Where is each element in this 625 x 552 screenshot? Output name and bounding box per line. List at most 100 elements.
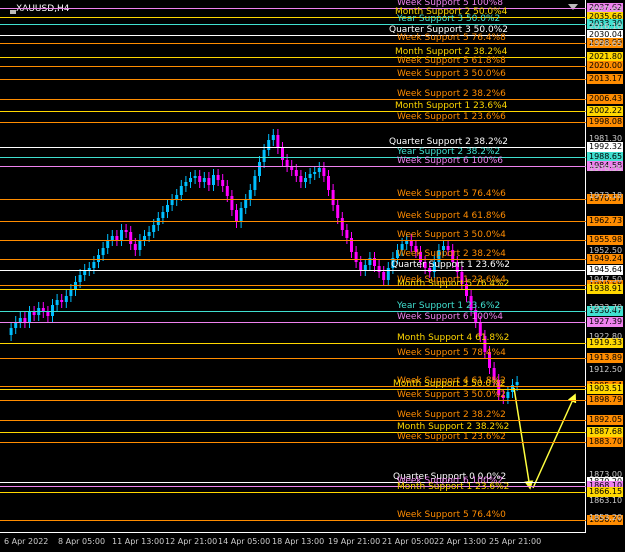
candle-body: [179, 186, 183, 195]
support-level-line: [0, 99, 586, 100]
candle-body: [253, 176, 257, 190]
level-price-tag: 2013.17: [587, 74, 623, 84]
level-price-tag: 2020.00: [587, 61, 623, 71]
candle-body: [267, 140, 271, 150]
candle-body: [207, 178, 211, 185]
price-axis-tick: 1998.65: [589, 39, 623, 48]
candle-body: [9, 328, 13, 335]
level-price-tag: 1938.91: [587, 284, 623, 294]
price-axis-tick: 1981.30: [589, 134, 623, 143]
price-axis-tick: 1853.20: [589, 513, 623, 522]
level-price-tag: 1949.24: [587, 254, 623, 264]
candle-body: [281, 148, 284, 160]
candle-body: [189, 178, 192, 182]
support-level-label: Week Support 2 38.2%4: [397, 249, 506, 259]
candle-body: [101, 248, 105, 255]
candle-body: [221, 180, 225, 186]
support-level-label: Week Support 3 50.0%4: [397, 230, 506, 240]
support-level-line: [0, 270, 586, 271]
time-axis-tick: 12 Apr 21:00: [165, 537, 218, 546]
support-level-label: Week Support 5 76.4%6: [397, 189, 506, 199]
level-price-tag: 1945.64: [587, 265, 623, 275]
level-price-tag: 1962.73: [587, 216, 623, 226]
time-axis-line: [0, 532, 586, 533]
level-price-tag: 1892.05: [587, 415, 623, 425]
candle-body: [161, 212, 165, 218]
price-axis-tick: 2027.63: [589, 5, 623, 14]
candle-body: [106, 240, 110, 248]
level-price-tag: 1992.32: [587, 142, 623, 152]
support-level-line: [0, 199, 586, 200]
support-level-label: Week Support 2 38.2%6: [397, 89, 506, 99]
support-level-line: [0, 400, 586, 401]
support-level-label: Month Support 1 23.6%2: [397, 482, 510, 492]
price-axis-tick: 1922.80: [589, 332, 623, 341]
support-level-line: [0, 240, 586, 241]
support-level-label: Quarter Support 1 23.6%2: [391, 260, 510, 270]
candle-body: [69, 290, 73, 296]
candle-body: [336, 205, 340, 218]
candle-body: [239, 208, 243, 222]
forecast-arrow: [513, 387, 534, 490]
support-level-label: Month Support 2 38.2%2: [397, 422, 510, 432]
support-level-label: Week Support 3 50.0%2: [397, 390, 506, 400]
support-level-label: Year Support 1 23.6%2: [397, 301, 501, 311]
candle-body: [322, 168, 326, 176]
candle-body: [313, 172, 317, 174]
support-level-line: [0, 420, 586, 421]
price-axis-tick: 1912.50: [589, 365, 623, 374]
support-level-label: Week Support 6 100%6: [397, 156, 504, 166]
support-level-line: [0, 343, 586, 344]
level-price-tag: 1898.79: [587, 395, 623, 405]
support-level-label: Month Support 1 23.6%4: [395, 101, 508, 111]
candle-body: [120, 230, 123, 240]
candle-body: [170, 200, 174, 205]
price-axis-tick: 2016.10: [589, 22, 623, 31]
support-level-line: [0, 442, 586, 443]
price-chart[interactable]: XAUUSD,H4 Week Support 5 100%8 2037.62 Mon…: [0, 0, 625, 552]
level-price-tag: 1903.51: [587, 384, 623, 394]
candle-body: [147, 232, 151, 236]
time-axis-tick: 14 Apr 05:00: [218, 537, 271, 546]
support-level-line: [0, 520, 586, 521]
candle-body: [258, 162, 261, 176]
support-level-label: Week Support 1 23.6%2: [397, 432, 506, 442]
candle-body: [327, 176, 330, 190]
level-price-tag: 1955.98: [587, 235, 623, 245]
time-axis-tick: 6 Apr 2022: [4, 537, 49, 546]
level-price-tag: 1887.68: [587, 427, 623, 437]
candle-body: [317, 168, 321, 172]
support-level-label: Month Support 3 50.0%2: [393, 379, 506, 389]
candle-body: [331, 190, 335, 205]
candle-body: [55, 300, 59, 305]
support-level-line: [0, 221, 586, 222]
support-level-label: Week Support 6 100%4: [397, 312, 504, 322]
candle-body: [166, 205, 169, 212]
candle-body: [216, 175, 220, 180]
candle-body: [193, 176, 197, 178]
time-axis-tick: 19 Apr 21:00: [328, 537, 381, 546]
candle-body: [294, 170, 298, 176]
price-axis-tick: 1873.00: [589, 470, 623, 479]
support-level-line: [0, 66, 586, 67]
support-level-label: Week Support 4 61.8%6: [397, 211, 506, 221]
candle-body: [78, 275, 82, 282]
candle-body: [32, 312, 36, 315]
candle-body: [359, 262, 363, 270]
price-axis-tick: 1933.70: [589, 303, 623, 312]
candle-body: [308, 174, 312, 178]
level-price-tag: 1927.39: [587, 317, 623, 327]
candle-body: [64, 296, 68, 302]
candle-body: [46, 312, 50, 316]
candle-body: [515, 382, 519, 385]
price-axis-tick: 1952.50: [589, 246, 623, 255]
candle-body: [244, 200, 248, 208]
candle-body: [340, 218, 344, 230]
time-axis-tick: 21 Apr 05:00: [382, 537, 435, 546]
candle-body: [354, 252, 358, 262]
support-level-line: [0, 79, 586, 80]
support-level-label: Month Support 5 76.4%2: [397, 279, 510, 289]
support-level-line: [0, 492, 586, 493]
price-axis-tick: 1973.18: [589, 191, 623, 200]
level-price-tag: 1998.08: [587, 117, 623, 127]
